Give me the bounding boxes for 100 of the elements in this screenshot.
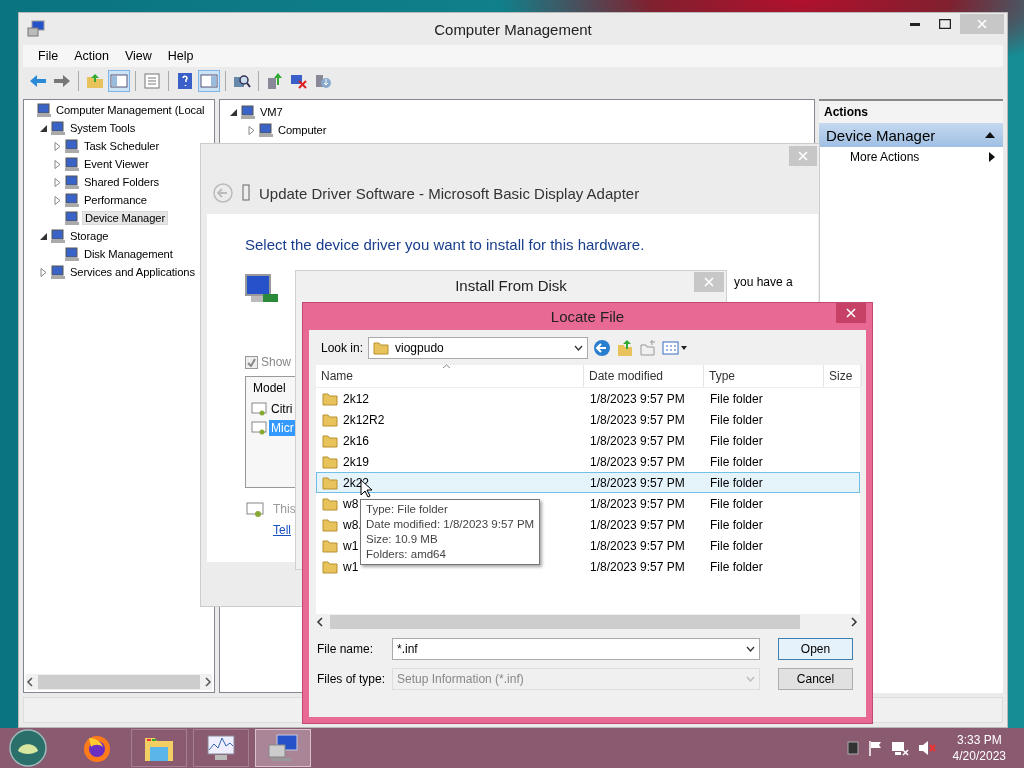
clock-time[interactable]: 3:33 PM bbox=[952, 732, 1006, 748]
help-link[interactable]: Tell bbox=[273, 523, 291, 537]
menu-item[interactable]: Action bbox=[67, 49, 116, 63]
date-cell-text: 1/8/2023 9:57 PM bbox=[589, 475, 686, 490]
open-button[interactable]: Open bbox=[778, 638, 853, 660]
file-name[interactable]: 2k12R2 bbox=[343, 412, 385, 427]
network-icon[interactable] bbox=[890, 740, 909, 756]
dialog-title: Update Driver Software - Microsoft Basic Display Adapter bbox=[259, 184, 640, 202]
folder-icon bbox=[322, 390, 338, 407]
cancel-button[interactable]: Cancel bbox=[778, 668, 853, 690]
checkbox[interactable] bbox=[245, 355, 258, 369]
column-header[interactable]: Name bbox=[316, 365, 584, 387]
tray-app-icon[interactable] bbox=[846, 741, 859, 755]
start-orb-icon[interactable] bbox=[9, 729, 47, 767]
clock-date[interactable]: 4/20/2023 bbox=[952, 748, 1006, 764]
field-label: Files of type: bbox=[317, 672, 387, 686]
tree-node-icon bbox=[240, 104, 256, 120]
tree-item[interactable]: Computer bbox=[276, 123, 329, 137]
folder-icon bbox=[322, 474, 338, 491]
field-label: File name: bbox=[317, 642, 375, 656]
tree-item[interactable]: Disk Management bbox=[82, 247, 175, 261]
action-link[interactable]: More Actions bbox=[819, 147, 1003, 164]
scroll-left-icon[interactable] bbox=[26, 677, 34, 687]
menu-item[interactable]: View bbox=[117, 49, 159, 63]
tree-item[interactable]: Event Viewer bbox=[82, 157, 151, 171]
file-name-field[interactable]: *.inf bbox=[392, 638, 760, 660]
taskbar-button[interactable] bbox=[131, 729, 187, 767]
tree-pane-icon bbox=[110, 72, 128, 90]
tree-item[interactable]: System Tools bbox=[68, 121, 138, 135]
checkbox-label: Show bbox=[261, 355, 292, 369]
taskbar-button[interactable] bbox=[255, 729, 311, 767]
tooltip-line: Date modified: 1/8/2023 9:57 PM bbox=[366, 517, 535, 532]
minimize-icon bbox=[910, 22, 920, 26]
tree-node-icon bbox=[64, 210, 80, 226]
folder-up-icon[interactable] bbox=[616, 339, 635, 357]
tree-node-icon bbox=[36, 102, 52, 118]
tree-item[interactable]: Performance bbox=[82, 193, 149, 207]
view-menu-icon[interactable] bbox=[662, 340, 689, 356]
menu-item[interactable]: Help bbox=[160, 49, 201, 63]
scroll-right-icon[interactable] bbox=[850, 617, 860, 627]
type-cell-text: File folder bbox=[709, 391, 764, 406]
expander-icon[interactable] bbox=[40, 123, 48, 133]
tree-item[interactable]: Storage bbox=[68, 229, 111, 243]
computer-management-icon bbox=[267, 733, 299, 763]
type-cell-text: File folder bbox=[709, 559, 764, 574]
folder-icon bbox=[322, 558, 338, 575]
folder-icon bbox=[322, 537, 338, 554]
folder-icon bbox=[322, 432, 338, 449]
close-icon bbox=[798, 151, 808, 161]
file-name[interactable]: w1 bbox=[343, 538, 359, 553]
file-name[interactable]: 2k19 bbox=[343, 454, 370, 469]
file-name[interactable]: 2k16 bbox=[343, 433, 370, 448]
type-cell-text: File folder bbox=[709, 433, 764, 448]
horizontal-scrollbar[interactable] bbox=[26, 674, 212, 690]
tooltip-line: Folders: amd64 bbox=[366, 547, 447, 562]
expander-icon[interactable] bbox=[230, 107, 238, 117]
type-cell-text: File folder bbox=[709, 538, 764, 553]
new-folder-icon[interactable] bbox=[639, 339, 658, 357]
tree-item[interactable]: Task Scheduler bbox=[82, 139, 162, 153]
file-name[interactable]: 2k12 bbox=[343, 391, 370, 406]
tooltip-line: Size: 10.9 MB bbox=[366, 532, 439, 547]
signature-text: This bbox=[273, 502, 296, 516]
tree-item[interactable]: VM7 bbox=[258, 105, 285, 119]
tree-node-icon bbox=[50, 264, 66, 280]
column-header[interactable]: Size bbox=[824, 365, 862, 387]
menu-item[interactable]: File bbox=[31, 49, 66, 63]
taskbar-button[interactable] bbox=[193, 729, 249, 767]
file-name[interactable]: w8. bbox=[343, 517, 362, 532]
expander-icon[interactable] bbox=[40, 231, 48, 241]
scroll-right-icon[interactable] bbox=[204, 677, 212, 687]
collapse-icon bbox=[985, 132, 995, 138]
speaker-muted-icon[interactable] bbox=[917, 740, 936, 756]
look-in-dropdown[interactable]: viogpudo bbox=[368, 337, 589, 359]
enable-device-icon bbox=[314, 72, 332, 90]
file-name[interactable]: w8 bbox=[343, 496, 359, 511]
model-item[interactable]: Citri bbox=[269, 400, 295, 417]
flag-icon[interactable] bbox=[867, 740, 882, 756]
scroll-left-icon[interactable] bbox=[316, 617, 326, 627]
tree-item[interactable]: Device Manager bbox=[82, 211, 169, 225]
folder-icon bbox=[322, 495, 338, 512]
field-label: Look in: bbox=[321, 341, 364, 355]
close-icon bbox=[704, 277, 714, 287]
actions-section-header[interactable]: Device Manager bbox=[819, 123, 1003, 147]
date-cell-text: 1/8/2023 9:57 PM bbox=[589, 433, 686, 448]
column-header[interactable]: Type bbox=[704, 365, 824, 387]
tree-node-icon bbox=[64, 156, 80, 172]
close-button[interactable] bbox=[836, 303, 866, 323]
column-header[interactable]: Date modified bbox=[584, 365, 704, 387]
tree-item[interactable]: Computer Management (Local bbox=[54, 103, 207, 117]
tree-item[interactable]: Shared Folders bbox=[82, 175, 162, 189]
file-name[interactable]: w1 bbox=[343, 559, 359, 574]
tooltip-line: Type: File folder bbox=[366, 502, 449, 517]
help-icon bbox=[176, 72, 194, 90]
computer-management-icon bbox=[27, 20, 45, 38]
tree-node-icon bbox=[50, 228, 66, 244]
tree-item[interactable]: Services and Applications bbox=[68, 265, 197, 279]
tree-node-icon bbox=[258, 122, 274, 138]
date-cell-text: 1/8/2023 9:57 PM bbox=[589, 559, 686, 574]
folder-icon bbox=[322, 516, 338, 533]
date-cell-text: 1/8/2023 9:57 PM bbox=[589, 517, 686, 532]
